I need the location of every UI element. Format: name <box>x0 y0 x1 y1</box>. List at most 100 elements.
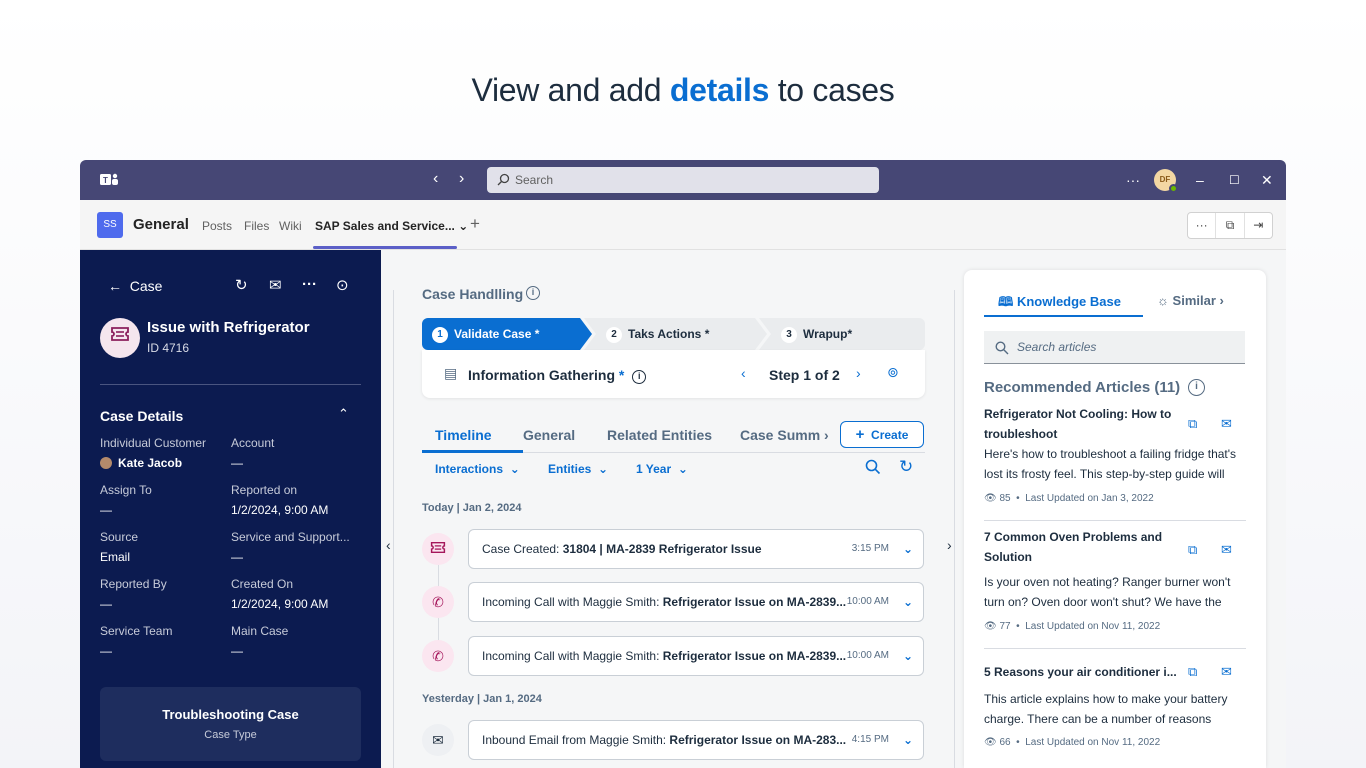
refresh-icon[interactable]: ↻ <box>235 276 248 294</box>
chevron-left-icon[interactable]: ‹ <box>386 537 391 553</box>
refresh-icon[interactable]: ↻ <box>899 457 913 477</box>
knowledge-base-panel: 🕮 Knowledge Base ☼ Similar › Search arti… <box>964 270 1266 768</box>
period-filter[interactable]: 1 Year ⌄ <box>636 462 688 476</box>
article-title[interactable]: 5 Reasons your air conditioner i... <box>984 662 1179 682</box>
timestamp: 10:00 AM <box>846 596 889 607</box>
step-task-actions[interactable]: 2 Taks Actions * <box>584 318 767 350</box>
document-icon: ▤ <box>444 365 458 381</box>
close-icon[interactable]: ✕ <box>1261 160 1273 200</box>
chevron-left-icon[interactable]: ‹ <box>741 365 746 381</box>
collapse-panel-icon[interactable]: ⊙ <box>336 276 349 294</box>
back-to-case-button[interactable]: ← Case <box>108 278 162 294</box>
chevron-down-icon: ⌄ <box>677 462 688 476</box>
field-label: Service Team <box>100 624 173 638</box>
avatar[interactable]: DF <box>1154 169 1178 193</box>
tab-sap-sales-service[interactable]: SAP Sales and Service... ⌄ <box>315 219 468 233</box>
mail-icon[interactable]: ✉ <box>1221 664 1232 680</box>
article-meta: 👁 66 • Last Updated on Nov 11, 2022 <box>984 737 1161 748</box>
search-articles-input[interactable]: Search articles <box>984 331 1245 364</box>
info-icon[interactable]: i <box>632 370 647 384</box>
tab-wiki[interactable]: Wiki <box>279 219 302 233</box>
mail-icon[interactable]: ✉ <box>1221 416 1232 432</box>
copy-icon[interactable]: ⧉ <box>1188 542 1197 558</box>
divider <box>100 384 361 385</box>
more-options-icon[interactable]: ··· <box>1126 160 1140 200</box>
active-tab-indicator <box>422 450 523 453</box>
eye-icon: 👁 <box>984 493 997 504</box>
chevron-up-icon[interactable]: ⌃ <box>338 406 349 422</box>
field-label: Service and Support... <box>231 530 350 544</box>
article-meta: 👁 77 • Last Updated on Nov 11, 2022 <box>984 621 1161 632</box>
channel-actions: ··· ⧉ ⇥ <box>1187 212 1273 239</box>
search-icon[interactable] <box>865 459 881 479</box>
info-icon[interactable]: i <box>1188 379 1205 396</box>
field-value: Kate Jacob <box>100 456 182 470</box>
field-value: Email <box>100 550 131 564</box>
back-arrow-icon[interactable]: ‹ <box>433 170 438 188</box>
chevron-down-icon[interactable]: ⌄ <box>903 637 913 675</box>
entities-filter[interactable]: Entities ⌄ <box>548 462 608 476</box>
divider <box>984 520 1246 521</box>
step-indicator: Step 1 of 2 <box>769 367 840 383</box>
timestamp: 10:00 AM <box>846 650 889 661</box>
minimize-icon[interactable]: – <box>1196 160 1204 200</box>
article-description: Here's how to troubleshoot a failing fri… <box>984 447 1237 481</box>
create-button[interactable]: + Create <box>840 421 924 448</box>
info-icon[interactable]: i <box>526 286 540 300</box>
chevron-right-icon: › <box>1219 293 1224 308</box>
chevron-right-icon[interactable]: › <box>856 365 861 381</box>
field-value: — <box>100 644 112 658</box>
case-details-panel: ← Case ↻ ✉ ··· ⊙ Issue with Refrigerator… <box>80 250 381 768</box>
case-handling-title: Case Handlling <box>422 286 524 302</box>
page-headline: View and add details to cases <box>471 72 895 108</box>
divider <box>393 290 394 768</box>
expand-all-icon[interactable]: ⊚ <box>887 364 899 381</box>
day-label: Today | Jan 2, 2024 <box>422 502 522 514</box>
search-input[interactable]: Search <box>487 167 879 193</box>
more-options-icon[interactable]: ··· <box>1188 213 1217 238</box>
tab-knowledge-base[interactable]: 🕮 Knowledge Base <box>998 293 1121 315</box>
timeline-item[interactable]: Inbound Email from Maggie Smith: Refrige… <box>468 720 924 760</box>
tab-files[interactable]: Files <box>244 219 269 233</box>
chevron-down-icon[interactable]: ⌄ <box>903 583 913 621</box>
tab-case-summary[interactable]: Case Summ › <box>740 427 829 443</box>
chevron-down-icon[interactable]: ⌄ <box>903 530 913 568</box>
article-title[interactable]: 7 Common Oven Problems and Solution <box>984 527 1179 567</box>
field-label: Reported By <box>100 577 167 591</box>
section-title: Information Gathering * i <box>468 367 647 384</box>
article-title[interactable]: Refrigerator Not Cooling: How to trouble… <box>984 404 1179 444</box>
tab-general[interactable]: General <box>523 427 575 443</box>
forward-arrow-icon[interactable]: › <box>459 170 464 188</box>
open-panel-icon[interactable]: ⇥ <box>1245 213 1272 238</box>
more-options-icon[interactable]: ··· <box>302 276 317 293</box>
mail-icon[interactable]: ✉ <box>1221 542 1232 558</box>
case-type-label: Case Type <box>204 729 257 741</box>
chevron-down-icon[interactable]: ⌄ <box>903 721 913 759</box>
tab-timeline[interactable]: Timeline <box>435 427 492 443</box>
timestamp: 3:15 PM <box>851 543 889 554</box>
teams-window: T ‹ › Search ··· DF – ☐ ✕ SS General Pos… <box>80 160 1286 768</box>
article-description: This article explains how to make your b… <box>984 692 1228 726</box>
timeline-item[interactable]: Case Created: 31804 | MA-2839 Refrigerat… <box>468 529 924 569</box>
eye-icon: 👁 <box>984 621 997 632</box>
chevron-right-icon[interactable]: › <box>947 537 952 553</box>
teams-logo-icon: T <box>100 173 118 185</box>
timeline-item[interactable]: Incoming Call with Maggie Smith: Refrige… <box>468 582 924 622</box>
add-tab-icon[interactable]: + <box>470 214 480 234</box>
copy-icon[interactable]: ⧉ <box>1188 664 1197 680</box>
field-label: Source <box>100 530 139 544</box>
interactions-filter[interactable]: Interactions ⌄ <box>435 462 520 476</box>
meet-icon[interactable]: ⧉ <box>1216 213 1245 238</box>
eye-icon: 👁 <box>984 737 997 748</box>
tab-posts[interactable]: Posts <box>202 219 232 233</box>
timeline-item[interactable]: Incoming Call with Maggie Smith: Refrige… <box>468 636 924 676</box>
step-wrapup[interactable]: 3 Wrapup* <box>759 318 925 350</box>
tab-similar[interactable]: ☼ Similar › <box>1157 293 1224 308</box>
step-validate-case[interactable]: 1 Validate Case * <box>422 318 592 350</box>
channel-name: General <box>133 216 189 233</box>
mail-icon[interactable]: ✉ <box>269 276 282 294</box>
maximize-icon[interactable]: ☐ <box>1229 160 1240 200</box>
chevron-down-icon: ⌄ <box>509 462 520 476</box>
copy-icon[interactable]: ⧉ <box>1188 416 1197 432</box>
tab-related-entities[interactable]: Related Entities <box>607 427 712 443</box>
